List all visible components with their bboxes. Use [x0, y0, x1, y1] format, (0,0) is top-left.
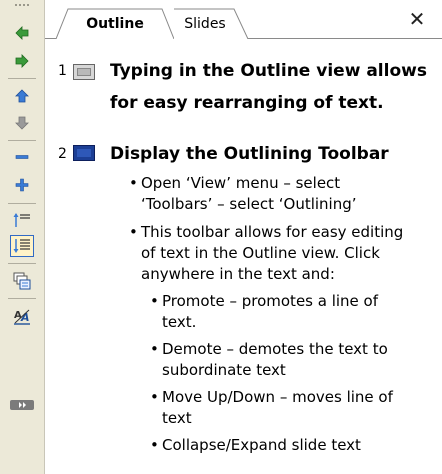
outlining-toolbar: A A: [0, 0, 45, 474]
summary-slide-icon: [13, 272, 31, 290]
bullet-item[interactable]: Move Up/Down – moves line of text: [150, 387, 393, 429]
expand-all-button[interactable]: [10, 235, 34, 257]
bullet-item[interactable]: This toolbar allows for easy editing of …: [129, 222, 404, 285]
toolbar-separator: [8, 203, 36, 204]
toolbar-separator: [8, 140, 36, 141]
toolbar-separator: [8, 78, 36, 79]
toolbar-separator: [8, 298, 36, 299]
tab-slides-label: Slides: [184, 15, 226, 32]
collapse-all-button[interactable]: [10, 209, 34, 231]
close-pane-button[interactable]: ✕: [406, 7, 428, 31]
collapse-button[interactable]: [10, 146, 34, 168]
bullet-line: of text in the Outline view. Click: [141, 244, 380, 262]
bullet-line: This toolbar allows for easy editing: [141, 223, 404, 241]
bullet-item[interactable]: Collapse/Expand slide text: [150, 435, 361, 456]
show-formatting-icon: A A: [14, 309, 30, 325]
bullet-line: anywhere in the text and:: [141, 265, 335, 283]
slide-icon-selected[interactable]: [73, 145, 95, 161]
toolbar-separator: [8, 263, 36, 264]
slide-number: 1: [58, 63, 67, 79]
move-down-icon: [15, 116, 29, 130]
bullet-line: Demote – demotes the text to: [162, 340, 388, 358]
expand-button[interactable]: [10, 174, 34, 196]
show-formatting-button[interactable]: A A: [10, 305, 34, 327]
expand-all-icon: [13, 239, 30, 253]
bullet-line: subordinate text: [162, 361, 286, 379]
close-icon: ✕: [408, 7, 426, 31]
demote-icon: [15, 54, 29, 68]
promote-button[interactable]: [10, 22, 34, 44]
tab-outline-label: Outline: [86, 15, 144, 32]
move-up-button[interactable]: [10, 85, 34, 107]
slide-title-line: Display the Outlining Toolbar: [110, 144, 389, 164]
expand-icon: [15, 178, 29, 192]
bullet-item[interactable]: Demote – demotes the text to subordinate…: [150, 339, 388, 381]
toolbar-options-icon: [19, 402, 26, 408]
collapse-icon: [15, 155, 29, 159]
move-down-button[interactable]: [10, 112, 34, 134]
collapse-all-icon: [13, 213, 30, 227]
bullet-item[interactable]: Promote – promotes a line of text.: [150, 291, 379, 333]
slide-title-line: for easy rearranging of text.: [110, 93, 384, 113]
bullet-line: Open ‘View’ menu – select: [141, 174, 341, 192]
bullet-item[interactable]: Open ‘View’ menu – select ‘Toolbars’ – s…: [129, 173, 357, 215]
bullet-line: Collapse/Expand slide text: [162, 436, 361, 454]
bullet-line: ‘Toolbars’ – select ‘Outlining’: [141, 195, 357, 213]
tab-outline[interactable]: Outline: [56, 8, 174, 39]
slide-icon-inner: [77, 68, 91, 76]
toolbar-options-button[interactable]: [10, 400, 34, 410]
toolbar-grip[interactable]: [14, 3, 30, 7]
slide-icon[interactable]: [73, 64, 95, 80]
move-up-icon: [15, 89, 29, 103]
slide-title-line: Typing in the Outline view allows: [110, 61, 427, 81]
demote-button[interactable]: [10, 50, 34, 72]
bullet-line: text: [162, 409, 192, 427]
promote-icon: [15, 26, 29, 40]
slide-icon-inner: [77, 149, 91, 157]
bullet-line: Move Up/Down – moves line of: [162, 388, 393, 406]
bullet-line: text.: [162, 313, 197, 331]
bullet-line: Promote – promotes a line of: [162, 292, 379, 310]
slide-number: 2: [58, 146, 67, 162]
summary-slide-button[interactable]: [10, 270, 34, 292]
